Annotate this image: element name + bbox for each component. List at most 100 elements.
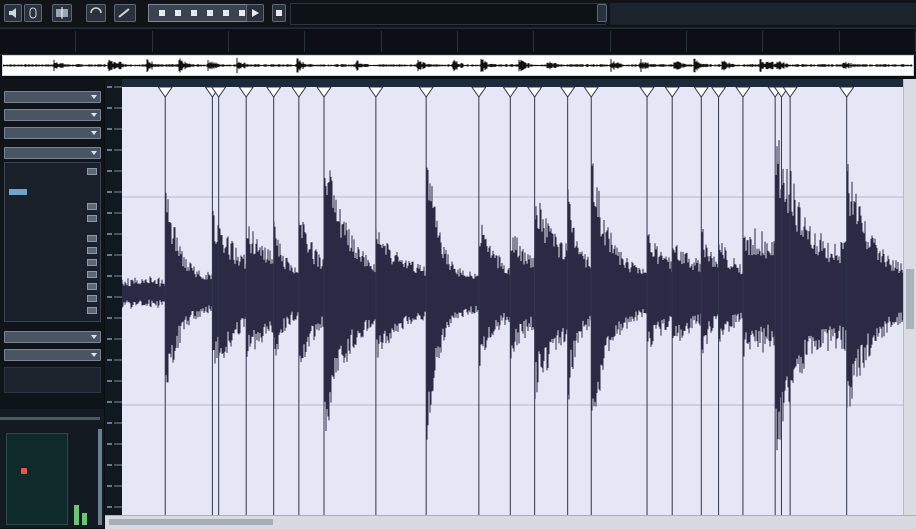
ruler-label [107,128,112,130]
param-toggle[interactable] [87,283,97,290]
chevron-down-icon [91,131,97,135]
info-bar [0,28,916,55]
param-row [9,259,97,267]
hitpoint-marker [157,86,174,98]
info-line [290,3,606,25]
ruler-label [107,401,112,403]
info-cell[interactable] [611,31,687,52]
mouse-icon[interactable] [24,4,42,22]
ruler-label [107,275,112,277]
info-cell[interactable] [458,31,535,52]
pencil-icon[interactable] [114,4,136,22]
info-cell[interactable] [0,31,77,52]
ruler-label [107,191,112,193]
info-cell[interactable] [763,31,840,52]
inspector-section[interactable] [4,91,101,103]
speaker-icon[interactable] [4,4,22,22]
hitpoint-marker [367,86,384,98]
info-cell[interactable] [229,31,306,52]
vertical-scrollbar[interactable] [903,79,916,519]
stop-icon[interactable] [272,4,286,22]
ruler-label [107,149,112,151]
scroll-thumb[interactable] [109,519,273,525]
param-toggle[interactable] [87,247,97,254]
param-toggle[interactable] [87,295,97,302]
ruler-label [107,464,112,466]
ruler-label [107,233,112,235]
hitpoint-marker [664,86,681,98]
inspector-section[interactable] [4,349,101,361]
hitpoint-marker [418,86,435,98]
info-cell[interactable] [153,31,229,52]
param-row [9,215,97,223]
info-cell[interactable] [687,31,764,52]
hitpoint-marker [639,86,656,98]
record-icon[interactable] [597,4,607,22]
info-cell[interactable] [534,31,611,52]
ruler-label [107,380,112,382]
param-row [9,203,97,211]
meter-scrollbar[interactable] [98,429,102,525]
ruler-label [107,443,112,445]
hitpoint-marker [470,86,487,98]
info-cell[interactable] [305,31,382,52]
level-ruler [105,79,123,519]
horizontal-scrollbar[interactable] [105,515,916,529]
hitpoint-marker [710,86,727,98]
hitpoint-marker [693,86,710,98]
ruler-label [107,254,112,256]
scroll-thumb[interactable] [906,269,914,329]
waveform-display[interactable] [121,79,908,519]
ruler-label [107,296,112,298]
ruler-label [107,170,112,172]
loop-icon[interactable] [86,4,106,22]
meter-display [6,433,68,525]
inspector-panel [0,79,104,528]
hitpoint-marker [502,86,519,98]
param-toggle[interactable] [87,271,97,278]
param-row [9,271,97,279]
hitpoint-lane [122,79,908,87]
param-row [9,247,97,255]
threshold-slider[interactable] [9,189,27,195]
info-cell[interactable] [76,31,153,52]
clip-indicator [21,468,27,474]
hitpoint-marker [526,86,543,98]
overview-waveform [2,57,913,74]
param-toggle[interactable] [87,307,97,314]
param-row [9,235,97,243]
ruler-label [107,485,112,487]
waveform-overview[interactable] [2,55,914,76]
param-toggle[interactable] [87,259,97,266]
inspector-section[interactable] [4,331,101,343]
info-cell[interactable] [840,31,916,52]
param-toggle[interactable] [87,203,97,210]
hitpoint-marker [238,86,255,98]
param-toggle[interactable] [87,168,97,175]
inspector-section[interactable] [4,109,101,121]
toolbar-spacer [610,3,916,25]
chevron-down-icon [91,151,97,155]
hitpoint-marker [583,86,600,98]
chevron-down-icon [91,335,97,339]
play-icon[interactable] [246,4,264,22]
param-toggle[interactable] [87,235,97,242]
hitpoint-settings [4,162,101,322]
inspector-section-expanded[interactable] [4,147,101,159]
ruler-label [107,212,112,214]
ruler-label [107,107,112,109]
ruler-label [107,86,112,88]
audio-waveform [121,140,908,451]
info-cell[interactable] [382,31,458,52]
param-row [9,179,97,187]
split-icon[interactable] [52,4,72,22]
level-meter-left [74,505,79,525]
hitpoint-marker [316,86,332,98]
ruler-label [107,422,112,424]
param-toggle[interactable] [87,215,97,222]
chevron-down-icon [91,95,97,99]
empty-section [4,367,101,393]
meter-divider [0,417,100,420]
ruler-label [107,359,112,361]
inspector-section[interactable] [4,127,101,139]
